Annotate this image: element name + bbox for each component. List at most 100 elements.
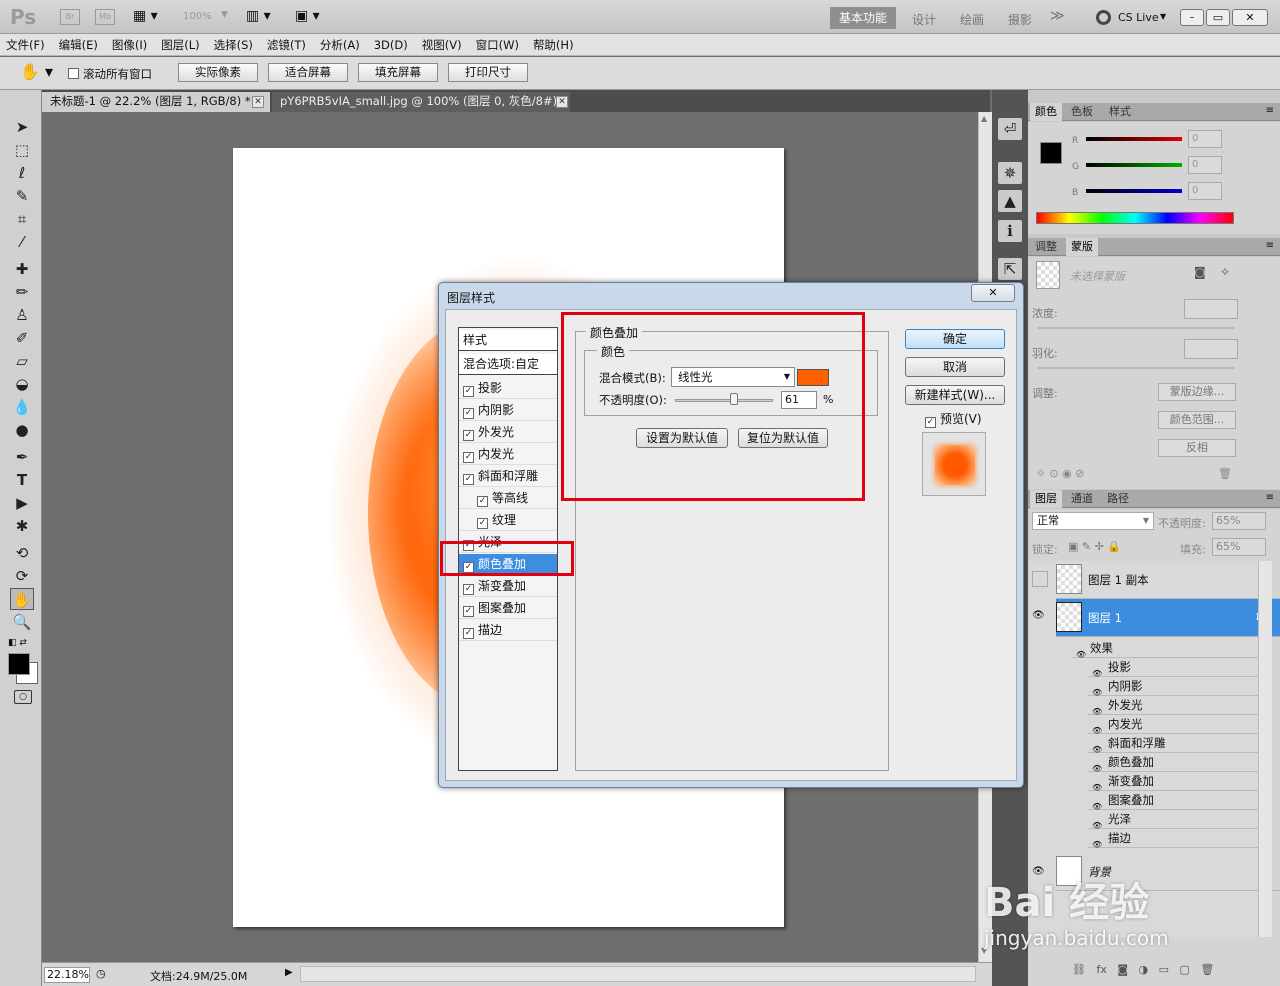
minimize-button[interactable]: – (1180, 9, 1204, 26)
layers-panel-menu-icon[interactable]: ≡ (1266, 492, 1274, 503)
style-item[interactable]: ✓ 渐变叠加 (459, 576, 557, 597)
tab-color[interactable]: 颜色 (1030, 103, 1062, 121)
type-tool-icon[interactable]: T (10, 469, 34, 491)
invert-button[interactable]: 反相 (1158, 439, 1236, 457)
style-list-header[interactable]: 样式 (459, 330, 557, 351)
move-tool-icon[interactable]: ➤ (10, 116, 34, 138)
tab-layers[interactable]: 图层 (1030, 490, 1062, 508)
workspace-photography[interactable]: 摄影 (1008, 11, 1032, 28)
view-extras-icon[interactable]: ▦ ▾ (133, 8, 158, 24)
style-item-checkbox[interactable]: ✓ (463, 430, 474, 441)
layer-name-1[interactable]: 图层 1 (1088, 610, 1122, 626)
density-field[interactable] (1184, 299, 1238, 319)
scroll-all-windows-checkbox[interactable]: 滚动所有窗口 (68, 66, 152, 82)
zoom-level-menu[interactable]: 100% (183, 11, 212, 22)
layer-row-copy[interactable]: 图层 1 副本 (1056, 561, 1280, 599)
status-menu-arrow-icon[interactable]: ▶ (285, 967, 293, 978)
more-workspaces-button[interactable]: ≫ (1050, 8, 1065, 24)
lock-icons[interactable]: ▣ ✎ ✢ 🔒 (1068, 540, 1121, 553)
style-item-checkbox[interactable]: ✓ (463, 408, 474, 419)
layer-blend-mode-select[interactable]: 正常 ▼ (1032, 512, 1154, 530)
tab-channels[interactable]: 通道 (1066, 490, 1098, 508)
eraser-tool-icon[interactable]: ▱ (10, 350, 34, 372)
scroll-up-arrow-icon[interactable]: ▲ (981, 114, 987, 123)
style-item[interactable]: ✓ 外发光 (459, 422, 557, 443)
histogram-panel-icon[interactable]: ▲ (998, 190, 1022, 212)
character-panel-icon[interactable]: ⇱ (998, 258, 1022, 280)
tab-styles[interactable]: 样式 (1104, 103, 1136, 121)
healing-brush-icon[interactable]: ✚ (10, 258, 34, 280)
layer-1-eye-icon[interactable]: 👁 (1032, 610, 1045, 621)
cs-live-button[interactable]: CS Live (1118, 11, 1159, 24)
paint-bucket-icon[interactable]: ◒ (10, 373, 34, 395)
layer-name-copy[interactable]: 图层 1 副本 (1088, 572, 1149, 588)
style-item[interactable]: ✓ 投影 (459, 378, 557, 399)
screen-mode-icon[interactable]: ▣ ▾ (295, 8, 320, 24)
effect-row-inner-shadow[interactable]: 👁 内阴影 (1088, 677, 1258, 697)
masks-footer-icons[interactable]: ☼ ⊙ ◉ ⊘ (1036, 467, 1084, 480)
layer-fill-field[interactable]: 65% (1212, 538, 1266, 556)
new-style-button[interactable]: 新建样式(W)... (905, 385, 1005, 405)
shape-tool-icon[interactable]: ✱ (10, 515, 34, 537)
mask-thumbnail[interactable] (1036, 261, 1060, 289)
arrange-documents-icon[interactable]: ▥ ▾ (246, 8, 271, 24)
crop-tool-icon[interactable]: ⌗ (10, 208, 34, 230)
eyedropper-tool-icon[interactable]: ⁄ (10, 231, 34, 253)
channel-b-value[interactable]: 0 (1188, 182, 1222, 200)
style-item-checkbox[interactable]: ✓ (477, 496, 488, 507)
menu-filter[interactable]: 滤镜(T) (261, 34, 314, 53)
style-item-checkbox[interactable]: ✓ (463, 474, 474, 485)
history-brush-icon[interactable]: ✐ (10, 327, 34, 349)
blend-mode-dropdown-icon[interactable]: ▼ (1143, 513, 1149, 529)
navigator-panel-icon[interactable]: ✵ (998, 162, 1022, 184)
channel-g-slider[interactable] (1086, 163, 1182, 167)
tab-adjustments[interactable]: 调整 (1030, 238, 1062, 256)
dialog-close-button[interactable]: ✕ (971, 284, 1015, 302)
adjust-panel-menu-icon[interactable]: ≡ (1266, 240, 1274, 251)
mini-bridge-button[interactable]: Mb (95, 9, 115, 25)
menu-help[interactable]: 帮助(H) (527, 34, 582, 53)
history-panel-icon[interactable]: ⏎ (998, 118, 1022, 140)
close-tab-1-icon[interactable]: ✕ (252, 96, 264, 108)
tab-masks[interactable]: 蒙版 (1066, 238, 1098, 256)
masks-delete-icon[interactable]: 🗑 (1218, 467, 1232, 480)
zoom-dropdown-icon[interactable]: ▼ (221, 10, 228, 20)
workspace-painting[interactable]: 绘画 (960, 11, 984, 28)
color-panel-menu-icon[interactable]: ≡ (1266, 105, 1274, 116)
layer-row-1[interactable]: 图层 1 fx (1056, 599, 1280, 637)
menu-analysis[interactable]: 分析(A) (314, 34, 368, 53)
density-slider[interactable] (1038, 327, 1234, 329)
feather-field[interactable] (1184, 339, 1238, 359)
status-zoom-field[interactable]: 22.18% (44, 967, 90, 983)
document-tab-1[interactable]: 未标题-1 @ 22.2% (图层 1, RGB/8) * ✕ (42, 92, 270, 112)
menu-3d[interactable]: 3D(D) (368, 35, 416, 52)
menu-file[interactable]: 文件(F) (0, 34, 53, 53)
channel-g-value[interactable]: 0 (1188, 156, 1222, 174)
tab-swatches[interactable]: 色板 (1066, 103, 1098, 121)
path-selection-icon[interactable]: ▶ (10, 492, 34, 514)
menu-layer[interactable]: 图层(L) (155, 34, 207, 53)
layers-footer-icons[interactable]: ⛓ fx ◙ ◑ ▭ ▢ 🗑 (1072, 963, 1214, 976)
style-item-checkbox[interactable]: ✓ (463, 452, 474, 463)
menu-select[interactable]: 选择(S) (208, 34, 261, 53)
menu-view[interactable]: 视图(V) (416, 34, 470, 53)
style-item[interactable]: ✓ 斜面和浮雕 (459, 466, 557, 487)
effect-row-gradient-overlay[interactable]: 👁 渐变叠加 (1088, 772, 1258, 792)
cancel-button[interactable]: 取消 (905, 357, 1005, 377)
cs-live-icon[interactable] (1096, 10, 1111, 25)
zoom-tool-icon[interactable]: 🔍 (10, 611, 34, 633)
3d-orbit-icon[interactable]: ⟳ (10, 565, 34, 587)
menu-edit[interactable]: 编辑(E) (53, 34, 106, 53)
brush-tool-icon[interactable]: ✏ (10, 281, 34, 303)
preview-checkbox-box[interactable]: ✓ (925, 417, 936, 428)
document-tab-2[interactable]: pY6PRB5vIA_small.jpg @ 100% (图层 0, 灰色/8#… (272, 92, 570, 112)
ok-button[interactable]: 确定 (905, 329, 1005, 349)
lasso-tool-icon[interactable]: ℓ (10, 162, 34, 184)
mask-edge-button[interactable]: 蒙版边缘... (1158, 383, 1236, 401)
style-item[interactable]: ✓ 描边 (459, 620, 557, 641)
fit-screen-button[interactable]: 适合屏幕 (268, 63, 348, 82)
layer-opacity-field[interactable]: 65% (1212, 512, 1266, 530)
effect-row-outer-glow[interactable]: 👁 外发光 (1088, 696, 1258, 716)
effect-row-bevel[interactable]: 👁 斜面和浮雕 (1088, 734, 1258, 754)
info-panel-icon[interactable]: ℹ (998, 220, 1022, 242)
